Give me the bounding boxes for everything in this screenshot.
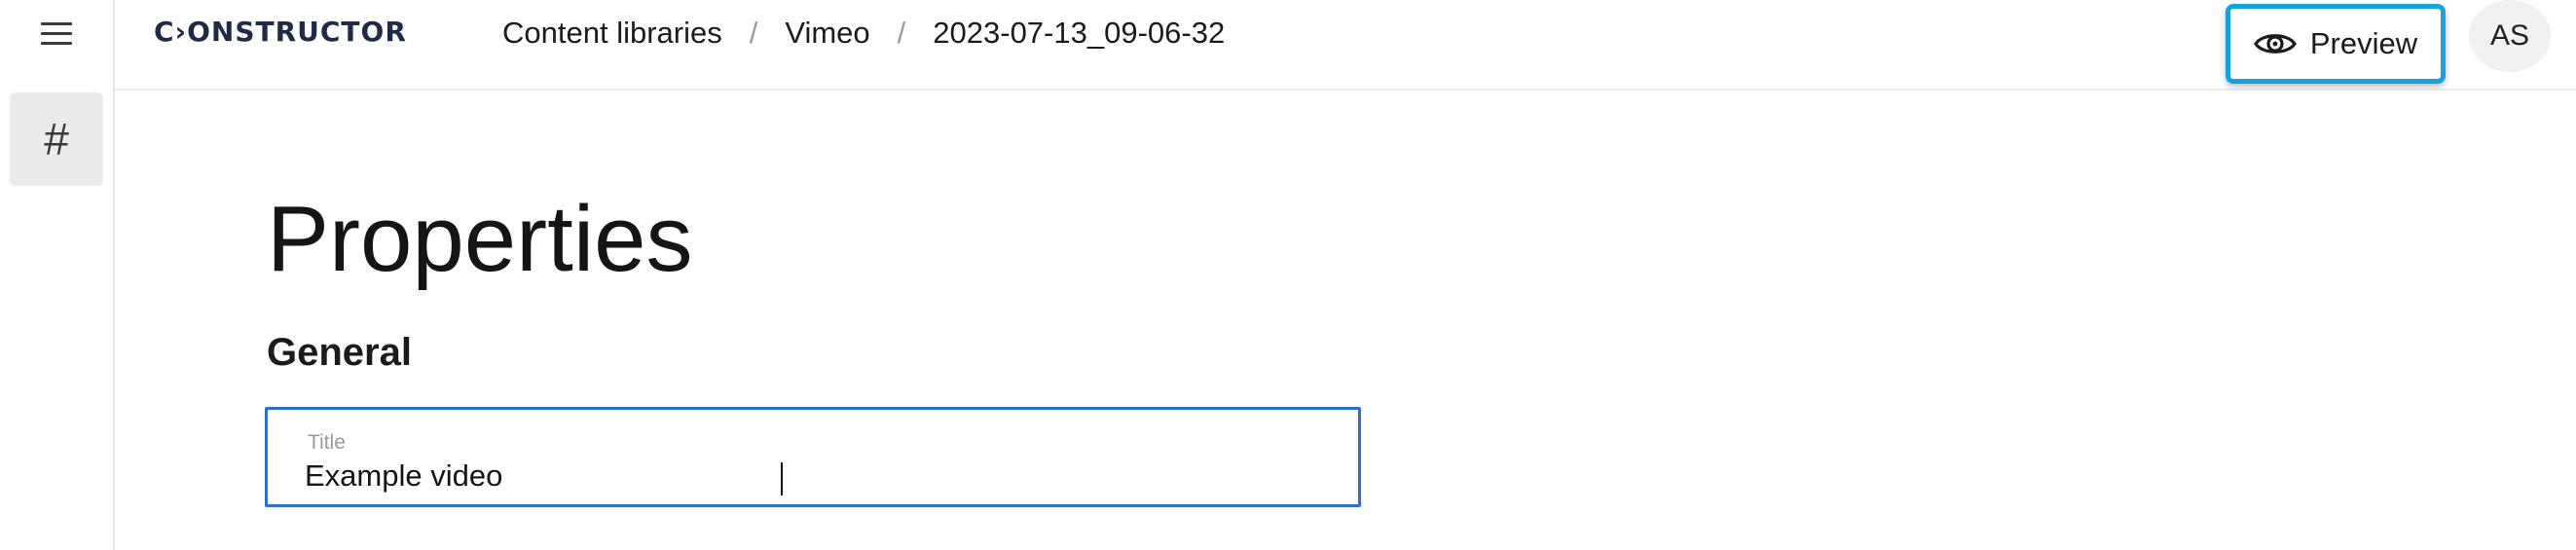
- page-title: Properties: [267, 187, 693, 291]
- constructor-logo[interactable]: C›ONSTRUCTOR: [154, 16, 407, 48]
- title-field-label: Title: [308, 431, 346, 454]
- section-title-general: General: [267, 331, 412, 374]
- breadcrumb-current-item[interactable]: 2023-07-13_09-06-32: [933, 16, 1225, 51]
- breadcrumb-separator: /: [749, 16, 758, 50]
- top-bar: C›ONSTRUCTOR Content libraries / Vimeo /…: [115, 0, 2576, 91]
- breadcrumb: Content libraries / Vimeo / 2023-07-13_0…: [502, 16, 1225, 51]
- breadcrumb-vimeo[interactable]: Vimeo: [785, 16, 869, 51]
- preview-button[interactable]: Preview: [2226, 4, 2446, 84]
- hamburger-menu-icon[interactable]: [41, 19, 72, 49]
- breadcrumb-separator: /: [897, 16, 906, 50]
- preview-button-label: Preview: [2309, 26, 2418, 60]
- title-input[interactable]: [305, 458, 1317, 494]
- app-window: # C›ONSTRUCTOR Content libraries / Vimeo…: [0, 0, 2576, 550]
- left-rail: #: [0, 0, 115, 550]
- rail-item-hash[interactable]: #: [10, 92, 103, 186]
- text-caret: [781, 462, 783, 495]
- user-avatar[interactable]: AS: [2469, 0, 2551, 72]
- title-field[interactable]: Title: [265, 407, 1361, 507]
- breadcrumb-content-libraries[interactable]: Content libraries: [502, 16, 722, 51]
- eye-icon: [2253, 34, 2297, 54]
